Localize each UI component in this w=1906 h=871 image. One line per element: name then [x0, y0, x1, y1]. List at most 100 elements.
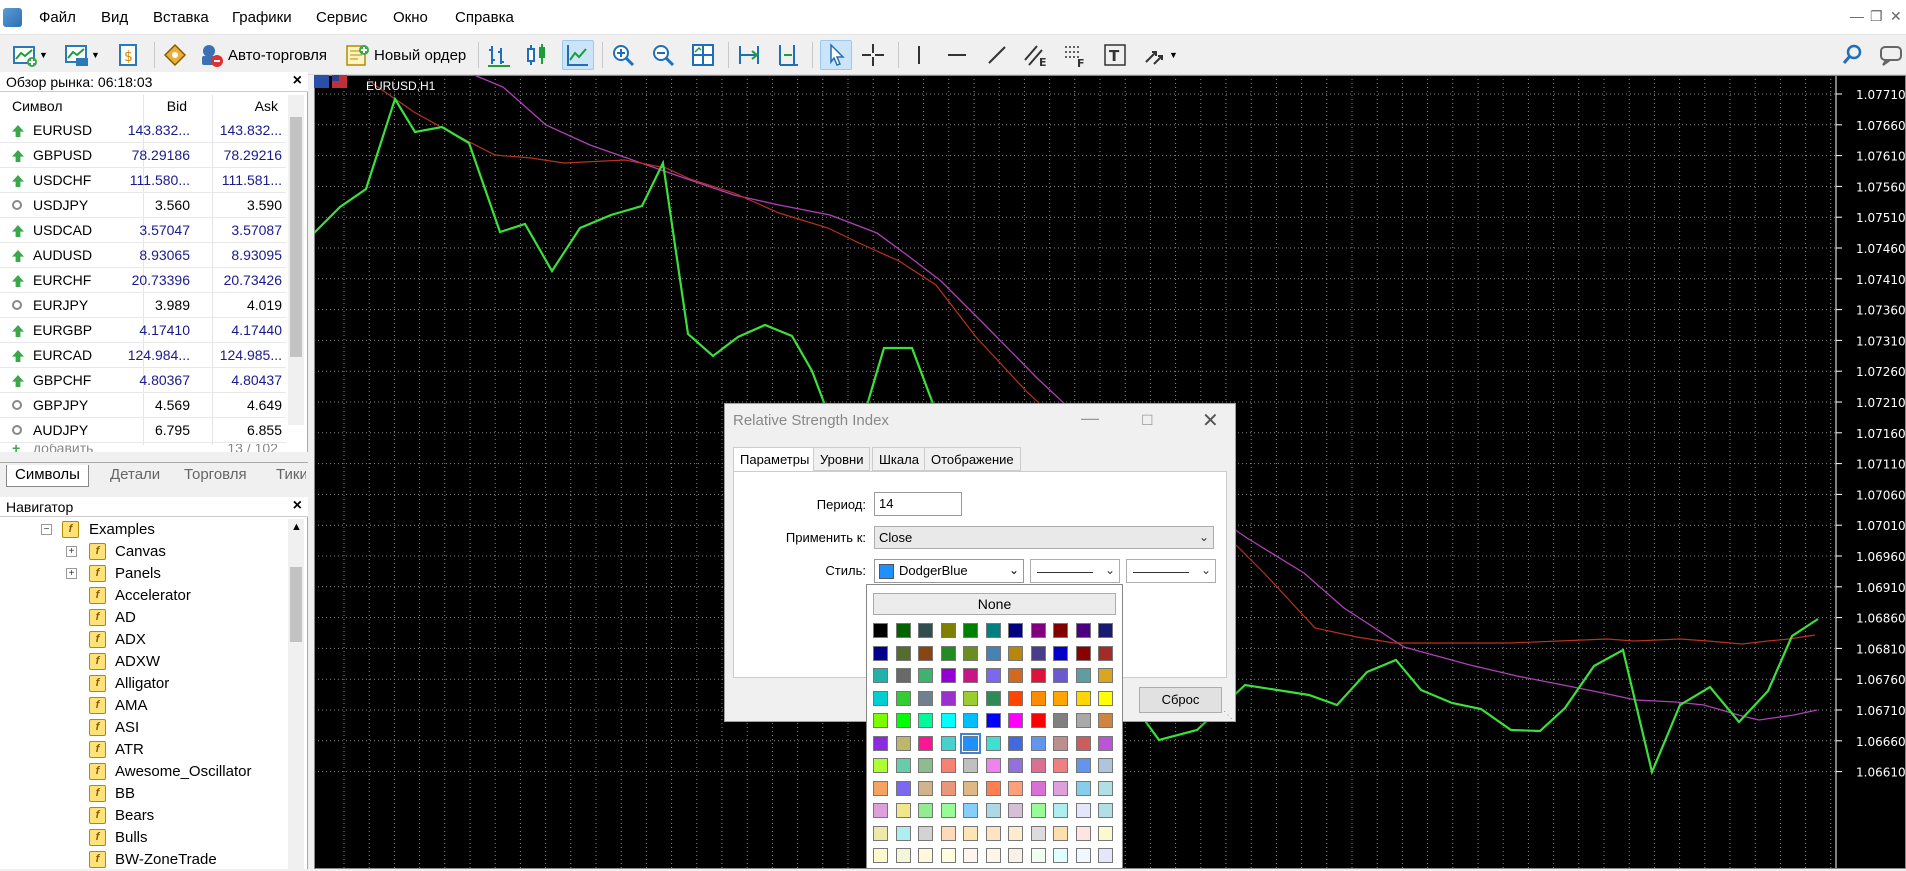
table-row[interactable]: USDJPY 3.560 3.590: [0, 193, 286, 218]
color-swatch[interactable]: [1030, 780, 1046, 796]
color-swatch[interactable]: [918, 713, 933, 728]
color-swatch[interactable]: [918, 668, 933, 683]
table-row[interactable]: AUDUSD 8.93065 8.93095: [0, 243, 286, 268]
color-swatch[interactable]: [1053, 623, 1068, 638]
color-swatch[interactable]: [940, 803, 956, 818]
period-input[interactable]: 14: [874, 492, 962, 516]
color-swatch[interactable]: [873, 825, 888, 841]
add-symbol-row[interactable]: + добавить 13 / 102: [0, 444, 286, 452]
color-swatch[interactable]: [1098, 735, 1113, 751]
resize-grip-icon[interactable]: ⋱: [1223, 710, 1233, 721]
tab-levels[interactable]: Уровни: [813, 447, 871, 471]
color-swatch[interactable]: [940, 735, 956, 751]
none-color-button[interactable]: None: [873, 593, 1116, 615]
table-row[interactable]: GBPJPY 4.569 4.649: [0, 393, 286, 418]
maximize-icon[interactable]: ☐: [1141, 412, 1154, 429]
tile-windows-button[interactable]: [690, 40, 716, 70]
color-swatch[interactable]: [1053, 780, 1068, 796]
expand-icon[interactable]: +: [66, 568, 77, 579]
color-swatch[interactable]: [873, 735, 888, 751]
color-swatch[interactable]: [940, 758, 956, 773]
horizontal-line-button[interactable]: [944, 40, 970, 70]
close-icon[interactable]: ✕: [1202, 408, 1219, 433]
color-swatch[interactable]: [963, 713, 978, 728]
color-swatch[interactable]: [963, 758, 978, 773]
color-swatch[interactable]: [918, 690, 933, 706]
candlestick-button[interactable]: [524, 40, 550, 70]
color-swatch[interactable]: [1008, 780, 1023, 796]
tree-folder-examples[interactable]: − f Examples: [0, 519, 286, 541]
color-swatch[interactable]: [1008, 825, 1023, 841]
color-swatch[interactable]: [895, 848, 911, 863]
color-swatch[interactable]: [940, 668, 956, 683]
color-swatch[interactable]: [1098, 803, 1113, 818]
table-row[interactable]: EURCAD 124.984... 124.985...: [0, 343, 286, 368]
navigator-scroll-thumb[interactable]: [290, 567, 302, 642]
color-swatch[interactable]: [918, 623, 933, 638]
color-swatch[interactable]: [1053, 848, 1068, 863]
search-button[interactable]: [1840, 40, 1866, 70]
expand-icon[interactable]: +: [66, 546, 77, 557]
close-icon[interactable]: ✕: [1890, 8, 1902, 25]
color-swatch[interactable]: [895, 825, 911, 841]
color-swatch[interactable]: [1053, 668, 1068, 683]
color-swatch[interactable]: [1075, 803, 1091, 818]
color-swatch[interactable]: [1008, 758, 1023, 773]
color-swatch[interactable]: [1098, 848, 1113, 863]
color-swatch[interactable]: [940, 713, 956, 728]
color-swatch[interactable]: [985, 713, 1001, 728]
color-swatch[interactable]: [1053, 645, 1068, 661]
color-swatch[interactable]: [1075, 758, 1091, 773]
table-row[interactable]: EURJPY 3.989 4.019: [0, 293, 286, 318]
table-row[interactable]: EURUSD 143.832... 143.832...: [0, 118, 286, 143]
color-swatch[interactable]: [918, 758, 933, 773]
table-row[interactable]: EURGBP 4.17410 4.17440: [0, 318, 286, 343]
color-swatch[interactable]: [1008, 668, 1023, 683]
color-swatch[interactable]: [1030, 623, 1046, 638]
tree-item[interactable]: f Awesome_Oscillator: [0, 761, 286, 783]
color-swatch[interactable]: [1053, 713, 1068, 728]
color-swatch[interactable]: [940, 825, 956, 841]
color-swatch[interactable]: [985, 623, 1001, 638]
color-swatch[interactable]: [1053, 803, 1068, 818]
color-swatch[interactable]: [963, 623, 978, 638]
color-swatch[interactable]: [1098, 668, 1113, 683]
color-swatch[interactable]: [918, 825, 933, 841]
color-swatch[interactable]: [1008, 645, 1023, 661]
color-swatch[interactable]: [1098, 825, 1113, 841]
crosshair-button[interactable]: [860, 40, 886, 70]
color-swatch[interactable]: [873, 758, 888, 773]
color-swatch[interactable]: [940, 623, 956, 638]
color-swatch[interactable]: [1075, 780, 1091, 796]
menu-view[interactable]: Вид: [101, 9, 128, 26]
tab-details[interactable]: Детали: [102, 465, 168, 487]
arrows-button[interactable]: ▼: [1142, 40, 1178, 70]
autoscroll-button[interactable]: [736, 40, 762, 70]
column-symbol[interactable]: Символ: [12, 98, 62, 114]
color-swatch[interactable]: [1075, 668, 1091, 683]
color-swatch[interactable]: [895, 803, 911, 818]
line-style-select[interactable]: ⌄: [1030, 559, 1120, 583]
menu-insert[interactable]: Вставка: [153, 9, 209, 26]
color-swatch[interactable]: [1053, 735, 1068, 751]
color-swatch[interactable]: [1098, 690, 1113, 706]
app-icon[interactable]: [3, 8, 22, 27]
color-swatch[interactable]: [1075, 623, 1091, 638]
color-swatch[interactable]: [1030, 645, 1046, 661]
bar-chart-button[interactable]: [486, 40, 512, 70]
color-swatch[interactable]: [1030, 803, 1046, 818]
tree-item[interactable]: f AD: [0, 607, 286, 629]
menu-help[interactable]: Справка: [455, 9, 514, 26]
color-swatch[interactable]: [985, 690, 1001, 706]
chat-button[interactable]: [1878, 40, 1904, 70]
minimize-icon[interactable]: —: [1081, 408, 1099, 429]
chevron-down-icon[interactable]: ▼: [1169, 50, 1178, 60]
tree-item[interactable]: f ASI: [0, 717, 286, 739]
fibonacci-button[interactable]: F: [1062, 40, 1088, 70]
color-swatch[interactable]: [1008, 690, 1023, 706]
table-row[interactable]: AUDJPY 6.795 6.855: [0, 418, 286, 443]
color-swatch[interactable]: [963, 668, 978, 683]
color-swatch[interactable]: [918, 735, 933, 751]
color-swatch[interactable]: [873, 780, 888, 796]
menu-tools[interactable]: Сервис: [316, 9, 367, 26]
